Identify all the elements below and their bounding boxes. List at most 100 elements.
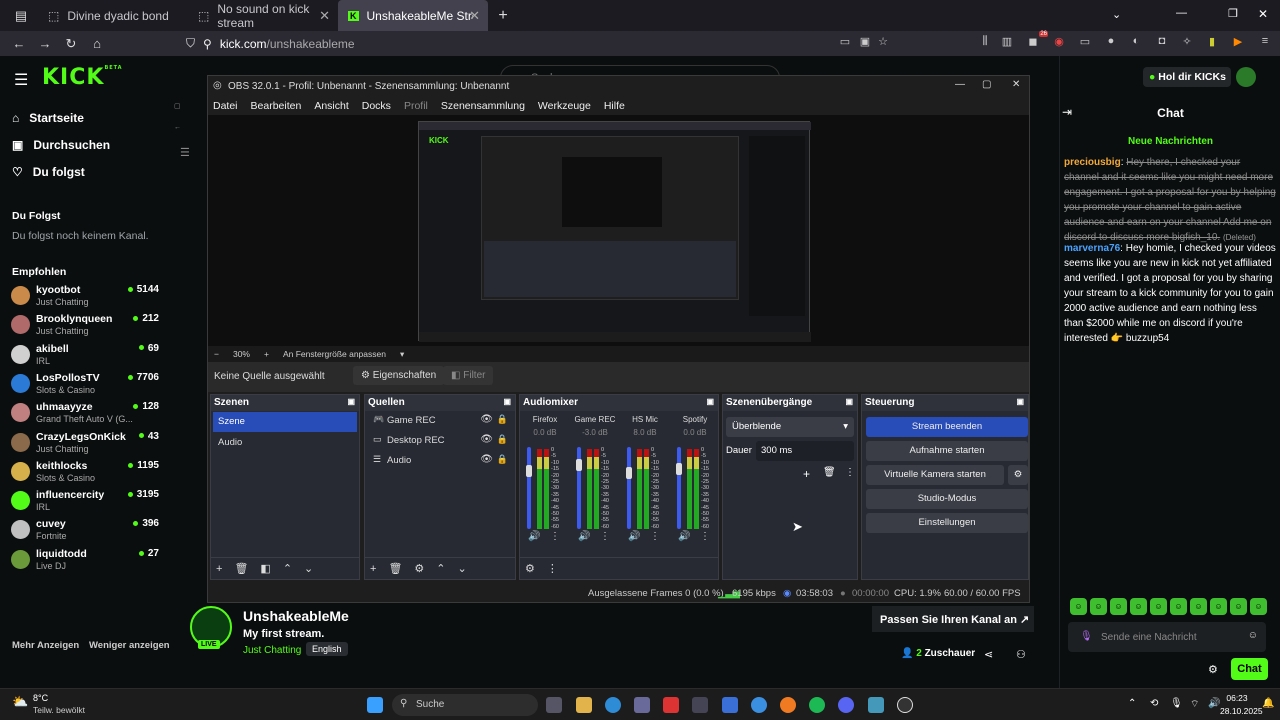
obs-menu-item[interactable]: Docks <box>362 100 391 112</box>
channel-item[interactable]: liquidtodd Live DJ 27 <box>11 548 161 574</box>
reader-view-icon[interactable]: ▭ <box>836 35 854 51</box>
add-icon[interactable]: + <box>803 467 810 481</box>
fader-knob[interactable] <box>626 467 632 479</box>
emote-icon[interactable]: ☺ <box>1210 598 1227 615</box>
chevron-down-icon[interactable]: ▾ <box>400 349 404 360</box>
emote-icon[interactable]: ☺ <box>1170 598 1187 615</box>
obs-menu-item[interactable]: Szenensammlung <box>441 100 525 112</box>
hamburger-icon[interactable]: ☰ <box>14 70 28 90</box>
filter-icon[interactable]: ◧ <box>260 562 270 575</box>
tab-overflow-icon[interactable]: ⌄ <box>1112 8 1121 21</box>
obs-menu-item[interactable]: Datei <box>213 100 238 112</box>
forward-icon[interactable]: → <box>34 36 56 51</box>
settings-button[interactable]: Einstellungen <box>866 513 1028 533</box>
file-explorer-icon[interactable] <box>576 697 592 713</box>
obs-preview[interactable]: KICK <box>208 115 1029 346</box>
channel-item[interactable]: cuvey Fortnite 396 <box>11 518 161 544</box>
extension-icon[interactable]: ◉ <box>1050 35 1068 51</box>
channel-item[interactable]: uhmaayyze Grand Theft Auto V (G... 128 <box>11 401 161 427</box>
arrow-up-icon[interactable]: ⌃ <box>283 562 292 575</box>
app-icon[interactable] <box>692 697 708 713</box>
screenshot-icon[interactable]: ▣ <box>856 35 874 51</box>
trash-icon[interactable]: 🗑 <box>234 562 248 575</box>
channel-item[interactable]: influencercity IRL 3195 <box>11 489 161 515</box>
filters-button[interactable]: ◧ Filter <box>443 366 494 385</box>
show-more-button[interactable]: Mehr Anzeigen <box>12 640 79 651</box>
back-icon[interactable]: ← <box>8 36 30 51</box>
extension-icon[interactable]: ◐ <box>1127 35 1145 51</box>
volume-icon[interactable]: 🔊 <box>578 531 590 542</box>
kick-logo[interactable]: KICKBETA <box>42 65 123 90</box>
language-tag[interactable]: English <box>306 642 348 656</box>
eye-icon[interactable]: 👁 <box>480 414 493 425</box>
emote-icon[interactable]: ☺ <box>1190 598 1207 615</box>
transition-select[interactable]: Überblende ▾ <box>726 417 854 437</box>
fader-knob[interactable] <box>576 459 582 471</box>
studio-mode-button[interactable]: Studio-Modus <box>866 489 1028 509</box>
add-icon[interactable]: + <box>216 563 222 575</box>
channel-item[interactable]: LosPollosTV Slots & Casino 7706 <box>11 372 161 398</box>
source-item[interactable]: ▭ Desktop REC 👁 🔒 <box>365 431 515 451</box>
windows-start-icon[interactable] <box>367 697 383 713</box>
trash-icon[interactable]: 🗑 <box>388 562 402 575</box>
clock-date[interactable]: 28.10.2025 <box>1220 706 1266 716</box>
volume-icon[interactable]: 🔊 <box>1208 698 1220 709</box>
discord-icon[interactable] <box>838 697 854 713</box>
add-user-icon[interactable]: ⚇ <box>1016 648 1026 661</box>
undock-icon[interactable]: ▣ <box>1016 397 1024 406</box>
firefox-icon[interactable] <box>780 697 796 713</box>
tab-2[interactable]: ⬚ No sound on kick stream ✕ <box>188 0 338 31</box>
scene-item[interactable]: Szene <box>213 412 357 432</box>
extension-icon[interactable]: ▶ <box>1229 35 1247 51</box>
fader-knob[interactable] <box>676 463 682 475</box>
lock-icon[interactable]: 🔒 <box>497 434 508 445</box>
minimize-icon[interactable]: — <box>955 79 965 90</box>
zoom-out-icon[interactable]: − <box>214 349 219 359</box>
emote-icon[interactable]: ☺ <box>1230 598 1247 615</box>
emote-icon[interactable]: ☺ <box>1130 598 1147 615</box>
send-chat-button[interactable]: Chat <box>1231 658 1268 680</box>
gear-icon[interactable]: ⚙ <box>1208 663 1218 676</box>
task-view-icon[interactable] <box>546 697 562 713</box>
tab-list-icon[interactable]: ▤ <box>4 8 38 24</box>
microphone-icon[interactable]: 🎙 <box>1170 698 1183 709</box>
duration-input[interactable]: 300 ms <box>756 441 854 461</box>
help-icon[interactable] <box>751 697 767 713</box>
undock-icon[interactable]: ▣ <box>845 397 853 406</box>
app-icon[interactable] <box>868 697 884 713</box>
undock-icon[interactable]: ▣ <box>347 397 355 406</box>
tab-3-active[interactable]: K UnshakeableMe Stream - Watch✕ <box>338 0 488 31</box>
more-icon[interactable]: ⋮ <box>550 531 560 542</box>
fit-window-button[interactable]: An Fenstergröße anpassen <box>283 349 386 359</box>
close-tab-icon[interactable]: ✕ <box>319 8 330 24</box>
nav-home[interactable]: ⌂ Startseite <box>12 111 84 125</box>
nav-browse[interactable]: ▣ Durchsuchen <box>12 138 110 152</box>
channel-item[interactable]: keithlocks Slots & Casino 1195 <box>11 460 161 486</box>
wifi-icon[interactable]: ⌔ <box>1190 698 1199 711</box>
more-icon[interactable]: ⋮ <box>845 467 855 478</box>
chat-username[interactable]: marverna76 <box>1064 243 1120 254</box>
channel-item[interactable]: Brooklynqueen Just Chatting 212 <box>11 313 161 339</box>
spotify-icon[interactable] <box>809 697 825 713</box>
properties-button[interactable]: ⚙ Eigenschaften <box>353 366 445 385</box>
chat-input[interactable]: 🎙 Sende eine Nachricht ☺ <box>1068 622 1266 652</box>
start-recording-button[interactable]: Aufnahme starten <box>866 441 1028 461</box>
library-icon[interactable]: ⫼ <box>976 35 994 51</box>
emoji-icon[interactable]: ☺ <box>1248 630 1258 641</box>
streamer-name[interactable]: UnshakeableMe <box>243 608 349 624</box>
maximize-icon[interactable]: ▢ <box>982 79 991 90</box>
site-info-icon[interactable]: ⚲ <box>203 37 212 51</box>
more-icon[interactable]: ⋮ <box>547 562 558 575</box>
taskbar-search[interactable]: ⚲ Suche <box>392 694 538 716</box>
extension-icon[interactable]: ◘ <box>1153 35 1171 51</box>
store-icon[interactable] <box>634 697 650 713</box>
more-icon[interactable]: ⋮ <box>700 531 710 542</box>
channel-item[interactable]: CrazyLegsOnKick Just Chatting 43 <box>11 431 161 457</box>
volume-icon[interactable]: 🔊 <box>528 531 540 542</box>
tray-chevron-icon[interactable]: ⌃ <box>1128 698 1136 709</box>
sidebar-icon[interactable]: ▥ <box>998 35 1016 51</box>
minimize-icon[interactable]: — <box>1176 7 1187 19</box>
add-icon[interactable]: + <box>370 563 376 575</box>
close-window-icon[interactable]: ✕ <box>1258 7 1268 21</box>
chat-username[interactable]: preciousbig <box>1064 157 1121 168</box>
